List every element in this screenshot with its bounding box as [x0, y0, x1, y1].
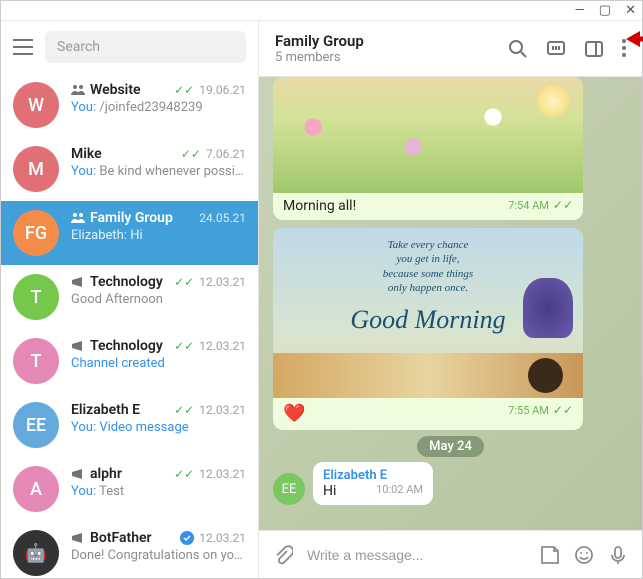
- window-titlebar: — ▢ ✕: [1, 1, 642, 21]
- message-time: 10:02 AM: [376, 483, 423, 496]
- megaphone-icon: [71, 340, 85, 352]
- chat-date: 12.03.21: [199, 467, 246, 481]
- chat-avatar: 🤖: [13, 530, 59, 576]
- sender-avatar[interactable]: EE: [273, 473, 305, 505]
- message-outgoing[interactable]: Take every chance you get in life, becau…: [273, 228, 583, 430]
- chat-header: Family Group 5 members: [259, 21, 642, 77]
- more-icon[interactable]: [622, 39, 626, 59]
- chat-date: 19.06.21: [199, 83, 246, 97]
- message-input[interactable]: [307, 547, 526, 563]
- chat-avatar: W: [13, 82, 59, 128]
- comments-icon[interactable]: [546, 39, 566, 59]
- megaphone-icon: [71, 532, 85, 544]
- chat-list: W Website ✓✓ 19.06.21 You: /joinfed23948239 M…: [1, 73, 258, 578]
- message-area[interactable]: Morning all! 7:54 AM✓✓ Take every chance…: [259, 77, 642, 530]
- chat-name: Technology: [90, 338, 169, 354]
- chat-list-item[interactable]: 🤖 BotFather 12.03.21 Done! Congratulations …: [1, 521, 258, 578]
- chat-date: 12.03.21: [199, 339, 246, 353]
- date-separator: May 24: [273, 438, 628, 454]
- sidebar: Search W Website ✓✓ 19.06.21 You: /joinfed23…: [1, 21, 259, 578]
- read-checks-icon: ✓✓: [174, 275, 194, 289]
- chat-name: Elizabeth E: [71, 402, 169, 418]
- chat-name: Family Group: [90, 210, 194, 226]
- chat-title: Family Group: [275, 32, 496, 50]
- message-composer: [259, 530, 642, 578]
- chat-avatar: M: [13, 146, 59, 192]
- chat-date: 12.03.21: [199, 403, 246, 417]
- chat-list-item[interactable]: M Mike ✓✓ 7.06.21 You: Be kind whenever poss…: [1, 137, 258, 201]
- chat-avatar: T: [13, 338, 59, 384]
- group-icon: [71, 212, 85, 224]
- message-time: 7:54 AM✓✓: [508, 198, 573, 212]
- close-button[interactable]: ✕: [625, 3, 636, 18]
- megaphone-icon: [71, 276, 85, 288]
- chat-preview: You: Test: [71, 484, 246, 499]
- minimize-button[interactable]: —: [575, 3, 585, 18]
- read-checks-icon: ✓✓: [181, 147, 201, 161]
- sidepanel-icon[interactable]: [584, 39, 604, 59]
- search-input[interactable]: Search: [45, 31, 246, 63]
- chat-preview: You: /joinfed23948239: [71, 100, 246, 115]
- chat-list-item[interactable]: FG Family Group 24.05.21 Elizabeth: Hi: [1, 201, 258, 265]
- maximize-button[interactable]: ▢: [599, 3, 611, 18]
- chat-list-item[interactable]: Aalphr ✓✓ 12.03.21 You: Test: [1, 457, 258, 521]
- chat-name: BotFather: [90, 530, 175, 546]
- chat-subtitle: 5 members: [275, 50, 496, 65]
- chat-preview: Good Afternoon: [71, 292, 246, 307]
- chat-list-item[interactable]: T Technology ✓✓ 12.03.21 Channel created: [1, 329, 258, 393]
- chat-header-info[interactable]: Family Group 5 members: [275, 32, 496, 65]
- chat-avatar: FG: [13, 210, 59, 256]
- chat-name: Mike: [71, 146, 176, 162]
- chat-avatar: T: [13, 274, 59, 320]
- chat-name: Website: [90, 82, 169, 98]
- chat-preview: You: Be kind whenever possi…: [71, 164, 246, 179]
- message-image: [273, 77, 583, 193]
- chat-preview: Channel created: [71, 356, 246, 371]
- chat-preview: You: Video message: [71, 420, 246, 435]
- message-image: Take every chance you get in life, becau…: [273, 228, 583, 398]
- message-incoming[interactable]: EE Elizabeth E Hi 10:02 AM: [273, 462, 628, 505]
- chat-name: Technology: [90, 274, 169, 290]
- message-outgoing[interactable]: Morning all! 7:54 AM✓✓: [273, 77, 583, 220]
- sticker-icon[interactable]: [540, 545, 560, 565]
- read-checks-icon: ✓✓: [174, 403, 194, 417]
- read-checks-icon: ✓✓: [174, 467, 194, 481]
- chat-list-item[interactable]: EE Elizabeth E ✓✓ 12.03.21 You: Video messag…: [1, 393, 258, 457]
- chat-avatar: A: [13, 466, 59, 512]
- message-text: Morning all!: [283, 198, 356, 214]
- chat-list-item[interactable]: T Technology ✓✓ 12.03.21 Good Afternoon: [1, 265, 258, 329]
- menu-icon[interactable]: [13, 39, 33, 55]
- search-icon[interactable]: [508, 39, 528, 59]
- read-checks-icon: ✓✓: [553, 198, 573, 212]
- chat-date: 24.05.21: [199, 211, 246, 225]
- chat-date: 12.03.21: [199, 275, 246, 289]
- chat-name: alphr: [90, 466, 169, 482]
- message-text: Hi: [323, 483, 336, 499]
- read-checks-icon: ✓✓: [553, 403, 573, 417]
- chat-preview: Done! Congratulations on yo…: [71, 548, 246, 563]
- chat-date: 12.03.21: [199, 531, 246, 545]
- read-checks-icon: ✓✓: [174, 83, 194, 97]
- megaphone-icon: [71, 468, 85, 480]
- verified-icon: [180, 531, 194, 545]
- attach-icon[interactable]: [273, 545, 293, 565]
- heart-reaction-icon: ❤️: [283, 403, 305, 424]
- sender-name: Elizabeth E: [323, 468, 423, 483]
- group-icon: [71, 84, 85, 96]
- chat-preview: Elizabeth: Hi: [71, 228, 246, 243]
- microphone-icon[interactable]: [608, 545, 628, 565]
- chat-list-item[interactable]: W Website ✓✓ 19.06.21 You: /joinfed23948239: [1, 73, 258, 137]
- read-checks-icon: ✓✓: [174, 339, 194, 353]
- message-time: 7:55 AM✓✓: [508, 403, 573, 417]
- chat-avatar: EE: [13, 402, 59, 448]
- emoji-icon[interactable]: [574, 545, 594, 565]
- chat-panel: Family Group 5 members: [259, 21, 642, 578]
- chat-date: 7.06.21: [206, 147, 246, 161]
